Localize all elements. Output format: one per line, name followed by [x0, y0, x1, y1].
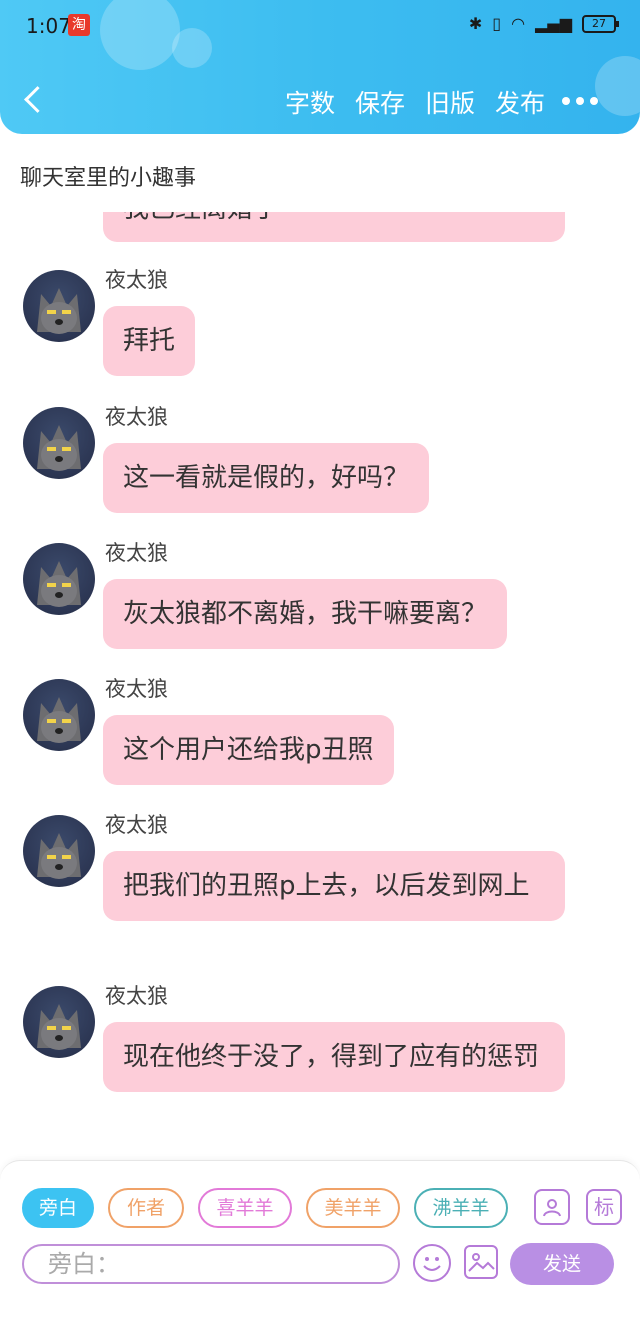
status-bar: 1:07 淘 ✱ ▯ ◠ ▂▄▆ 27	[0, 0, 640, 52]
role-chip-narrator[interactable]: 旁白	[22, 1188, 94, 1228]
role-chip-meiyangyang[interactable]: 美羊羊	[306, 1188, 400, 1228]
document-title: 聊天室里的小趣事	[20, 166, 197, 191]
more-options-icon[interactable]	[562, 97, 598, 105]
role-chip-author[interactable]: 作者	[108, 1188, 184, 1228]
message-bubble[interactable]: 这一看就是假的，好吗？	[103, 443, 430, 513]
avatar[interactable]	[23, 407, 95, 479]
word-count-button[interactable]: 字数	[285, 84, 335, 120]
status-time: 1:07	[26, 14, 71, 38]
wolf-avatar-icon	[37, 425, 81, 471]
sender-name: 夜太狼	[105, 813, 168, 837]
role-selector: 旁白 作者 喜羊羊 美羊羊 沸羊羊	[22, 1188, 508, 1228]
sender-name: 夜太狼	[105, 405, 168, 429]
wolf-avatar-icon	[37, 697, 81, 743]
role-chip-feiyangyang[interactable]: 沸羊羊	[414, 1188, 508, 1228]
avatar[interactable]	[23, 679, 95, 751]
image-icon[interactable]	[464, 1245, 498, 1279]
wolf-avatar-icon	[37, 833, 81, 879]
sender-name: 夜太狼	[105, 984, 168, 1008]
publish-button[interactable]: 发布	[495, 84, 545, 120]
message-bubble[interactable]: 把我们的丑照p上去，以后发到网上	[103, 851, 565, 921]
role-chip-xiyangyang[interactable]: 喜羊羊	[198, 1188, 292, 1228]
message-bubble[interactable]: 这个用户还给我p丑照	[103, 715, 394, 785]
message-bubble[interactable]: 现在他终于没了，得到了应有的惩罚	[103, 1022, 565, 1092]
message-text: 我已经离婚了	[123, 212, 279, 224]
taobao-notification-icon: 淘	[68, 14, 90, 36]
editor-toolbar: 字数 保存 旧版 发布	[285, 84, 545, 120]
compose-panel: 旁白 作者 喜羊羊 美羊羊 沸羊羊 标 发送	[0, 1160, 640, 1331]
avatar[interactable]	[23, 270, 95, 342]
top-header: 1:07 淘 ✱ ▯ ◠ ▂▄▆ 27 字数 保存 旧版 发布	[0, 0, 640, 134]
signal-icon: ▂▄▆	[535, 14, 572, 33]
sender-name: 夜太狼	[105, 677, 168, 701]
bluetooth-icon: ✱	[468, 14, 483, 33]
message-bubble-partial[interactable]: 我已经离婚了	[103, 212, 565, 242]
message-input[interactable]	[22, 1244, 400, 1284]
message-bubble[interactable]: 灰太狼都不离婚，我干嘛要离？	[103, 579, 508, 649]
avatar[interactable]	[23, 986, 95, 1058]
wolf-avatar-icon	[37, 288, 81, 334]
save-button[interactable]: 保存	[355, 84, 405, 120]
send-button[interactable]: 发送	[510, 1243, 614, 1285]
mark-button[interactable]: 标	[586, 1189, 622, 1225]
wolf-avatar-icon	[37, 561, 81, 607]
wifi-icon: ◠	[511, 14, 526, 33]
contact-card-icon[interactable]	[534, 1189, 570, 1225]
battery-icon: 27	[582, 14, 619, 33]
wolf-avatar-icon	[37, 1004, 81, 1050]
emoji-icon[interactable]	[413, 1244, 451, 1282]
avatar[interactable]	[23, 815, 95, 887]
chat-area[interactable]: 我已经离婚了 夜太狼 拜托 夜太狼 这一看就是假的，好吗？	[0, 212, 640, 1162]
old-version-button[interactable]: 旧版	[425, 84, 475, 120]
avatar[interactable]	[23, 543, 95, 615]
sender-name: 夜太狼	[105, 541, 168, 565]
status-icons: ✱ ▯ ◠ ▂▄▆ 27	[468, 14, 619, 33]
vibrate-icon: ▯	[492, 14, 502, 33]
message-bubble[interactable]: 拜托	[103, 306, 196, 376]
back-button[interactable]	[22, 82, 48, 116]
decor-bubble	[595, 56, 640, 116]
sender-name: 夜太狼	[105, 268, 168, 292]
